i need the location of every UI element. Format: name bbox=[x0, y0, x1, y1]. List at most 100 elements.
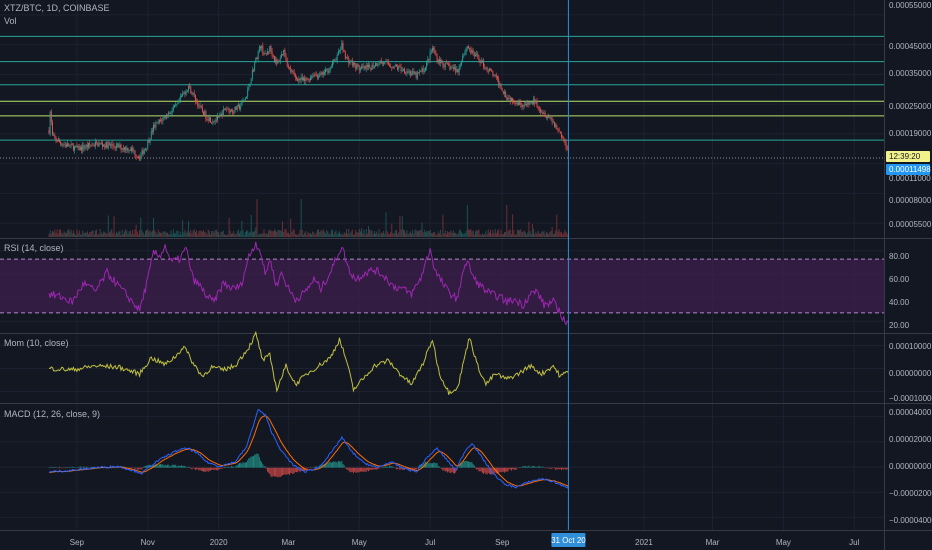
candle-body-262 bbox=[352, 63, 354, 66]
volume-bar-409 bbox=[523, 230, 525, 237]
candle-body-219 bbox=[303, 77, 304, 81]
candle-body-392 bbox=[504, 91, 505, 94]
volume-bar-341 bbox=[444, 230, 446, 237]
macd-histogram-bar-428 bbox=[545, 467, 547, 468]
macd-histogram-bar-198 bbox=[278, 467, 280, 477]
volume-bar-441 bbox=[560, 231, 562, 237]
volume-bar-244 bbox=[332, 229, 333, 237]
candle-body-398 bbox=[511, 98, 512, 102]
candle-body-188 bbox=[267, 51, 268, 54]
volume-bar-58 bbox=[115, 231, 117, 237]
momentum-axis-label-2: −0.00010000 bbox=[889, 394, 932, 403]
macd-histogram-bar-213 bbox=[296, 467, 297, 472]
x-axis-label-9: May bbox=[776, 538, 791, 547]
macd-histogram-bar-255 bbox=[344, 467, 346, 469]
candle-body-215 bbox=[298, 78, 300, 82]
volume-bar-422 bbox=[538, 233, 540, 237]
volume-bar-180 bbox=[257, 234, 259, 237]
candle-body-133 bbox=[203, 111, 204, 116]
macd-histogram-bar-444 bbox=[564, 467, 566, 470]
macd-histogram-bar-172 bbox=[248, 458, 250, 468]
price-axis-label-7: 0.00005500 bbox=[889, 220, 932, 229]
volume-bar-245 bbox=[333, 234, 335, 237]
candle-body-388 bbox=[499, 84, 501, 86]
candle-body-160 bbox=[234, 106, 236, 113]
volume-bar-206 bbox=[287, 232, 289, 237]
macd-histogram-bar-105 bbox=[170, 466, 172, 468]
candle-body-121 bbox=[189, 86, 191, 88]
x-axis-label-1: Nov bbox=[141, 538, 155, 547]
volume-bar-24 bbox=[76, 229, 78, 237]
volume-bar-297 bbox=[393, 232, 395, 237]
macd-histogram-bar-7 bbox=[56, 467, 58, 469]
macd-histogram-bar-97 bbox=[161, 464, 163, 468]
candle-body-357 bbox=[463, 54, 465, 57]
volume-bar-200 bbox=[280, 230, 282, 237]
macd-histogram-bar-271 bbox=[363, 467, 365, 472]
macd-histogram-bar-35 bbox=[89, 467, 91, 468]
macd-histogram-bar-143 bbox=[214, 467, 216, 470]
volume-bar-385 bbox=[495, 233, 497, 237]
volume-bar-221 bbox=[305, 231, 307, 237]
macd-histogram-bar-186 bbox=[264, 466, 266, 468]
candle-body-54 bbox=[111, 144, 113, 146]
candle-body-66 bbox=[125, 147, 127, 151]
candle-body-339 bbox=[442, 61, 444, 66]
volume-bar-8 bbox=[57, 233, 59, 237]
macd-histogram-bar-83 bbox=[144, 466, 146, 468]
candle-body-321 bbox=[421, 68, 423, 72]
x-axis-label-7: 2021 bbox=[635, 538, 653, 547]
chart-canvas[interactable]: 0.00055000 0.00045000 0.00035000 0.00025000… bbox=[0, 0, 932, 550]
candle-body-185 bbox=[263, 53, 265, 55]
volume-bar-361 bbox=[468, 229, 469, 237]
volume-bar-157 bbox=[230, 233, 232, 237]
candle-body-400 bbox=[513, 102, 515, 104]
volume-bar-398 bbox=[511, 234, 512, 237]
volume-bar-373 bbox=[481, 233, 483, 237]
macd-histogram-bar-226 bbox=[311, 467, 313, 469]
volume-bar-240 bbox=[327, 231, 329, 237]
candle-body-207 bbox=[289, 66, 290, 68]
volume-bar-110 bbox=[176, 230, 178, 237]
macd-histogram-bar-101 bbox=[165, 465, 167, 468]
macd-histogram-bar-14 bbox=[64, 467, 66, 468]
macd-histogram-bar-413 bbox=[528, 465, 530, 468]
price-axis-label-5: 0.00011000 bbox=[889, 174, 931, 183]
macd-histogram-bar-176 bbox=[253, 455, 254, 468]
candle-body-282 bbox=[376, 63, 378, 66]
volume-bar-135 bbox=[205, 232, 207, 237]
volume-bar-342 bbox=[445, 234, 447, 237]
macd-histogram-bar-434 bbox=[552, 467, 554, 469]
candle-body-171 bbox=[247, 89, 249, 97]
macd-axis-label-3: −0.00002000 bbox=[889, 489, 932, 498]
macd-histogram-bar-123 bbox=[191, 467, 193, 470]
candle-body-98 bbox=[162, 117, 164, 122]
candle-body-173 bbox=[249, 83, 251, 87]
volume-bar-255 bbox=[344, 233, 346, 237]
volume-bar-192 bbox=[271, 231, 273, 237]
macd-histogram-bar-243 bbox=[330, 462, 332, 468]
volume-bar-344 bbox=[448, 232, 450, 237]
volume-bar-121 bbox=[189, 232, 191, 237]
volume-bar-94 bbox=[157, 229, 159, 237]
volume-bar-226 bbox=[311, 234, 313, 237]
macd-histogram-bar-3 bbox=[52, 467, 53, 468]
candle-body-428 bbox=[545, 116, 547, 118]
volume-bar-340 bbox=[443, 233, 445, 237]
volume-bar-77 bbox=[138, 234, 139, 237]
candle-body-263 bbox=[354, 63, 356, 64]
candle-body-216 bbox=[299, 78, 301, 80]
candle-body-190 bbox=[269, 46, 271, 52]
macd-histogram-bar-441 bbox=[560, 467, 562, 471]
candle-body-24 bbox=[76, 145, 78, 148]
macd-histogram-bar-122 bbox=[190, 467, 192, 469]
macd-histogram-bar-141 bbox=[212, 467, 214, 470]
volume-bar-294 bbox=[390, 232, 392, 237]
volume-bar-357 bbox=[463, 233, 465, 237]
price-axis-label-1: 0.00045000 bbox=[889, 42, 932, 51]
candle-body-104 bbox=[169, 112, 171, 114]
macd-histogram-bar-333 bbox=[435, 463, 437, 468]
volume-bar-138 bbox=[208, 230, 210, 237]
candle-body-156 bbox=[229, 109, 231, 113]
candle-body-391 bbox=[502, 91, 504, 94]
